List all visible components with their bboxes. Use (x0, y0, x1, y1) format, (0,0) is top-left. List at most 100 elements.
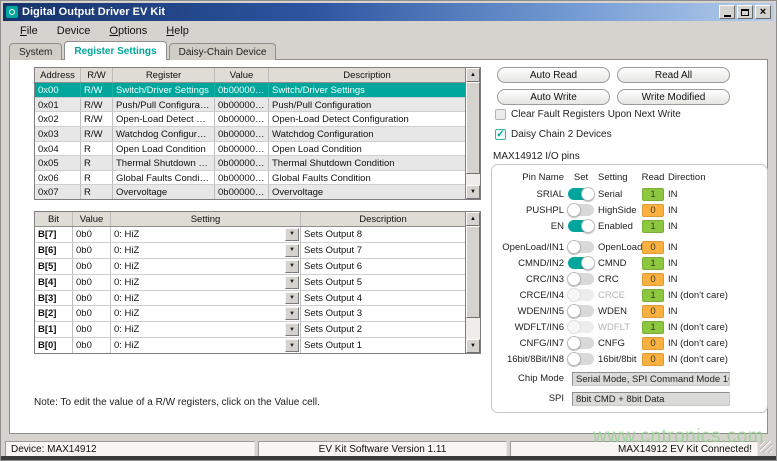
bit-row[interactable]: B[7]0b00: HiZ▼Sets Output 8 (35, 227, 465, 243)
setting-dropdown[interactable]: 0: HiZ▼ (111, 306, 300, 321)
dropdown-arrow-icon[interactable]: ▼ (285, 339, 299, 352)
dropdown-arrow-icon[interactable]: ▼ (285, 228, 299, 241)
setting-dropdown[interactable]: 0: HiZ▼ (111, 243, 300, 258)
spi-label: SPI (500, 393, 564, 404)
checkbox-clear-fault-registers[interactable]: Clear Fault Registers Upon Next Write (495, 109, 681, 120)
pin-toggle[interactable] (568, 220, 594, 232)
register-row[interactable]: 0x03R/WWatchdog Configuration0b00000000W… (35, 127, 465, 142)
pin-read-value: 0 (642, 305, 664, 318)
scrollbar-down-icon[interactable]: ▼ (466, 339, 480, 353)
register-cell-value[interactable]: 0b00000000 (215, 156, 269, 170)
scrollbar-up-icon[interactable]: ▲ (466, 68, 480, 82)
dropdown-arrow-icon[interactable]: ▼ (285, 307, 299, 320)
register-cell-value[interactable]: 0b00000000 (215, 112, 269, 126)
minimize-button[interactable] (719, 5, 735, 19)
bit-row[interactable]: B[5]0b00: HiZ▼Sets Output 6 (35, 259, 465, 275)
scrollbar-track[interactable] (466, 318, 480, 339)
pin-toggle[interactable] (568, 257, 594, 269)
column-header-rw: R/W (81, 68, 113, 82)
setting-dropdown[interactable]: 0: HiZ▼ (111, 227, 300, 242)
pin-toggle[interactable] (568, 337, 594, 349)
pin-name: CRCE/IN4 (500, 290, 564, 301)
tab-daisy-chain-device[interactable]: Daisy-Chain Device (169, 43, 277, 60)
pin-setting-label: CNFG (598, 338, 638, 349)
scrollbar-track[interactable] (466, 174, 480, 185)
scrollbar-down-icon[interactable]: ▼ (466, 185, 480, 199)
pin-toggle[interactable] (568, 273, 594, 285)
read-all-button[interactable]: Read All (617, 67, 730, 83)
register-row[interactable]: 0x02R/WOpen-Load Detect Confi...0b000000… (35, 112, 465, 127)
write-modified-button[interactable]: Write Modified (617, 89, 730, 105)
bit-cell-description: Sets Output 7 (301, 243, 465, 258)
bit-table-scrollbar[interactable]: ▲ ▼ (465, 212, 480, 353)
menu-item-options[interactable]: Options (100, 23, 157, 39)
setting-dropdown[interactable]: 0: HiZ▼ (111, 291, 300, 306)
header-read: Read (641, 172, 665, 183)
register-cell-value[interactable]: 0b00000000 (215, 98, 269, 112)
checkbox-icon[interactable] (495, 129, 506, 140)
dropdown-arrow-icon[interactable]: ▼ (285, 323, 299, 336)
dropdown-arrow-icon[interactable]: ▼ (285, 292, 299, 305)
pin-toggle[interactable] (568, 241, 594, 253)
pin-setting-label: Serial (598, 189, 638, 200)
bit-row[interactable]: B[4]0b00: HiZ▼Sets Output 5 (35, 275, 465, 291)
io-pin-row: WDEN/IN5WDEN0IN (500, 303, 761, 319)
bit-row[interactable]: B[2]0b00: HiZ▼Sets Output 3 (35, 306, 465, 322)
register-cell-value[interactable]: 0b00000000 (215, 171, 269, 185)
checkbox-daisy-chain[interactable]: Daisy Chain 2 Devices (495, 129, 612, 140)
setting-dropdown[interactable]: 0: HiZ▼ (111, 259, 300, 274)
dropdown-arrow-icon[interactable]: ▼ (285, 260, 299, 273)
register-row[interactable]: 0x05RThermal Shutdown Con...0b00000000Th… (35, 156, 465, 171)
tab-system[interactable]: System (9, 43, 62, 60)
setting-dropdown-value: 0: HiZ (111, 322, 284, 337)
maximize-button[interactable] (737, 5, 753, 19)
register-row[interactable]: 0x06RGlobal Faults Condition0b00000000Gl… (35, 171, 465, 186)
register-cell-value[interactable]: 0b00000000 (215, 83, 269, 97)
pin-toggle[interactable] (568, 204, 594, 216)
auto-read-button[interactable]: Auto Read (497, 67, 610, 83)
close-icon: × (760, 7, 766, 17)
register-row[interactable]: 0x04ROpen Load Condition0b00000000Open L… (35, 142, 465, 157)
bit-row[interactable]: B[6]0b00: HiZ▼Sets Output 7 (35, 243, 465, 259)
bit-cell-value: 0b0 (73, 243, 111, 258)
checkbox-icon[interactable] (495, 109, 506, 120)
column-header-setting: Setting (111, 212, 301, 226)
register-cell-description: Thermal Shutdown Condition (269, 156, 465, 170)
pin-toggle[interactable] (568, 188, 594, 200)
register-cell-value[interactable]: 0b00000000 (215, 185, 269, 199)
menu-item-device[interactable]: Device (48, 23, 101, 39)
close-button[interactable]: × (755, 5, 771, 19)
pin-read-value: 1 (642, 257, 664, 270)
pin-toggle[interactable] (568, 305, 594, 317)
bit-row[interactable]: B[3]0b00: HiZ▼Sets Output 4 (35, 291, 465, 307)
menu-item-help[interactable]: Help (157, 23, 199, 39)
app-window: Digital Output Driver EV Kit × FileDevic… (0, 0, 777, 461)
tab-register-settings[interactable]: Register Settings (64, 41, 166, 60)
scrollbar-thumb[interactable] (466, 226, 480, 318)
bit-row[interactable]: B[1]0b00: HiZ▼Sets Output 2 (35, 322, 465, 338)
register-table-scrollbar[interactable]: ▲ ▼ (465, 68, 480, 199)
setting-dropdown[interactable]: 0: HiZ▼ (111, 338, 300, 353)
dropdown-arrow-icon[interactable]: ▼ (285, 276, 299, 289)
register-cell-value[interactable]: 0b00000000 (215, 142, 269, 156)
bit-cell-setting: 0: HiZ▼ (111, 338, 301, 353)
menu-item-file[interactable]: File (11, 23, 48, 39)
status-device: Device: MAX14912 (5, 441, 255, 457)
auto-write-button[interactable]: Auto Write (497, 89, 610, 105)
scrollbar-thumb[interactable] (466, 82, 480, 174)
pin-read-value: 0 (642, 353, 664, 366)
header-pin-name: Pin Name (500, 172, 564, 183)
pin-toggle[interactable] (568, 353, 594, 365)
window-title: Digital Output Driver EV Kit (22, 6, 717, 18)
register-cell-value[interactable]: 0b00000000 (215, 127, 269, 141)
bit-row[interactable]: B[0]0b00: HiZ▼Sets Output 1 (35, 338, 465, 353)
scrollbar-up-icon[interactable]: ▲ (466, 212, 480, 226)
dropdown-arrow-icon[interactable]: ▼ (285, 244, 299, 257)
setting-dropdown[interactable]: 0: HiZ▼ (111, 275, 300, 290)
register-row[interactable]: 0x07ROvervoltage0b00000000Overvoltage (35, 185, 465, 199)
bit-cell-name: B[0] (35, 338, 73, 353)
pin-setting-label: OpenLoad (598, 242, 638, 253)
setting-dropdown[interactable]: 0: HiZ▼ (111, 322, 300, 337)
register-row[interactable]: 0x01R/WPush/Pull Configuration0b00000000… (35, 98, 465, 113)
register-row[interactable]: 0x00R/WSwitch/Driver Settings0b00000000S… (35, 83, 465, 98)
